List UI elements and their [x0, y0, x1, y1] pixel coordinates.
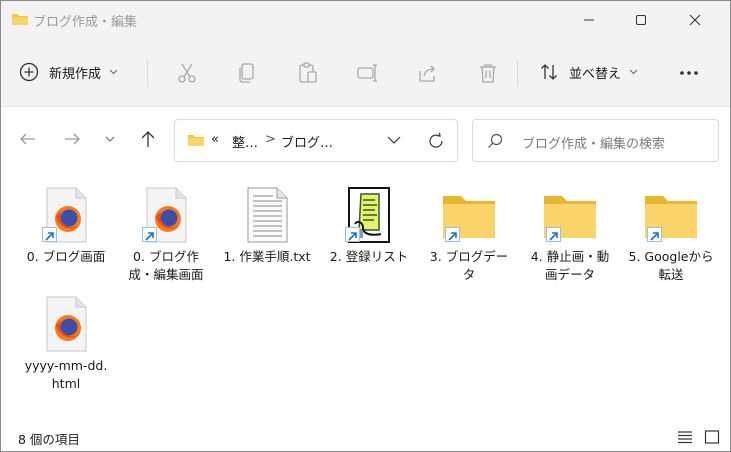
up-arrow-icon[interactable] — [138, 129, 158, 149]
title-bar: ブログ作成・編集 — [1, 1, 730, 39]
toolbar-separator — [517, 59, 518, 87]
file-name: 4. 静止画・動画データ — [530, 249, 610, 282]
command-bar: 新規作成 並べ替え — [1, 39, 730, 105]
sort-button[interactable]: 並べ替え — [539, 53, 638, 91]
new-button[interactable]: 新規作成 — [19, 53, 118, 91]
shortcut-arrow-icon — [142, 227, 157, 242]
file-item[interactable]: 0. ブログ作成・編集画面 — [121, 186, 211, 284]
folder-icon — [441, 186, 497, 244]
file-item[interactable]: yyyy-mm-dd.html — [21, 295, 111, 393]
folder-icon — [643, 186, 699, 244]
paste-icon[interactable] — [296, 61, 320, 85]
large-icons-view-icon[interactable] — [704, 430, 720, 444]
text-file-icon — [239, 186, 295, 244]
file-item[interactable]: 0. ブログ画面 — [21, 186, 111, 266]
minimize-icon — [584, 19, 594, 21]
search-placeholder: ブログ作成・編集の検索 — [522, 137, 666, 152]
folder-icon — [542, 186, 598, 244]
refresh-icon[interactable] — [427, 132, 445, 150]
shortcut-arrow-icon — [546, 227, 561, 242]
breadcrumb-item[interactable]: ブログ… — [281, 132, 333, 151]
chevron-down-icon — [109, 69, 118, 75]
firefox-html-icon — [38, 186, 94, 244]
firefox-html-icon — [38, 295, 94, 353]
cut-icon[interactable] — [175, 61, 199, 85]
navigation-row: « 整… > ブログ… ブログ作成・編集の検索 — [1, 107, 730, 169]
sort-icon — [541, 64, 557, 80]
maximize-icon — [636, 15, 646, 25]
file-name: 3. ブログデータ — [429, 249, 509, 282]
shortcut-arrow-icon — [445, 227, 460, 242]
more-options-icon[interactable] — [677, 61, 701, 85]
file-name: 0. ブログ作成・編集画面 — [128, 249, 204, 282]
plus-circle-icon — [19, 62, 39, 82]
maximize-button[interactable] — [618, 1, 664, 39]
sort-button-label: 並べ替え — [569, 66, 622, 82]
address-bar[interactable]: « 整… > ブログ… — [174, 119, 458, 162]
copy-icon[interactable] — [235, 61, 259, 85]
status-bar: 8 個の項目 — [1, 421, 730, 451]
file-item[interactable]: 2. 登録リスト — [324, 186, 414, 266]
details-view-icon[interactable] — [677, 430, 693, 444]
search-icon — [488, 133, 503, 148]
folder-icon — [188, 135, 204, 146]
breadcrumb-overflow[interactable]: « — [211, 132, 219, 147]
breadcrumb-separator: > — [265, 132, 276, 147]
file-name: 5. Googleから転送 — [628, 249, 714, 282]
file-item[interactable]: 4. 静止画・動画データ — [525, 186, 615, 284]
shortcut-arrow-icon — [647, 227, 662, 242]
search-box[interactable]: ブログ作成・編集の検索 — [472, 119, 719, 162]
firefox-html-icon — [138, 186, 194, 244]
forward-arrow-icon[interactable] — [62, 129, 82, 149]
window-title: ブログ作成・編集 — [33, 15, 138, 30]
share-icon[interactable] — [416, 61, 440, 85]
file-view: 0. ブログ画面 0. ブログ作成・編集画面 1. 作業手順.txt 2. 登録… — [1, 169, 730, 424]
chevron-down-icon — [629, 69, 638, 75]
file-name: 0. ブログ画面 — [26, 249, 106, 264]
file-item[interactable]: 3. ブログデータ — [424, 186, 514, 284]
close-icon — [689, 14, 701, 26]
file-name: 2. 登録リスト — [329, 249, 409, 264]
file-name: 1. 作業手順.txt — [223, 249, 311, 264]
folder-icon — [12, 14, 28, 25]
toolbar-separator — [147, 59, 148, 87]
chevron-down-icon[interactable] — [387, 136, 401, 145]
file-item[interactable]: 5. Googleから転送 — [626, 186, 716, 284]
delete-icon[interactable] — [476, 61, 500, 85]
scroll-file-icon — [341, 186, 397, 244]
breadcrumb-item[interactable]: 整… — [232, 132, 258, 151]
explorer-window: ブログ作成・編集 新規作成 並べ替え « 整… > ブログ… ブログ作成・編集の… — [0, 0, 731, 452]
shortcut-arrow-icon — [345, 227, 360, 242]
window-chrome: ブログ作成・編集 新規作成 並べ替え — [1, 1, 730, 107]
file-name: yyyy-mm-dd.html — [24, 358, 108, 391]
rename-icon[interactable] — [356, 61, 380, 85]
item-count: 8 個の項目 — [18, 432, 80, 447]
recent-locations-chevron-icon[interactable] — [105, 136, 115, 143]
new-button-label: 新規作成 — [49, 66, 102, 82]
file-item[interactable]: 1. 作業手順.txt — [222, 186, 312, 266]
close-button[interactable] — [672, 1, 718, 39]
shortcut-arrow-icon — [42, 227, 57, 242]
minimize-button[interactable] — [566, 1, 612, 39]
back-arrow-icon[interactable] — [18, 129, 38, 149]
